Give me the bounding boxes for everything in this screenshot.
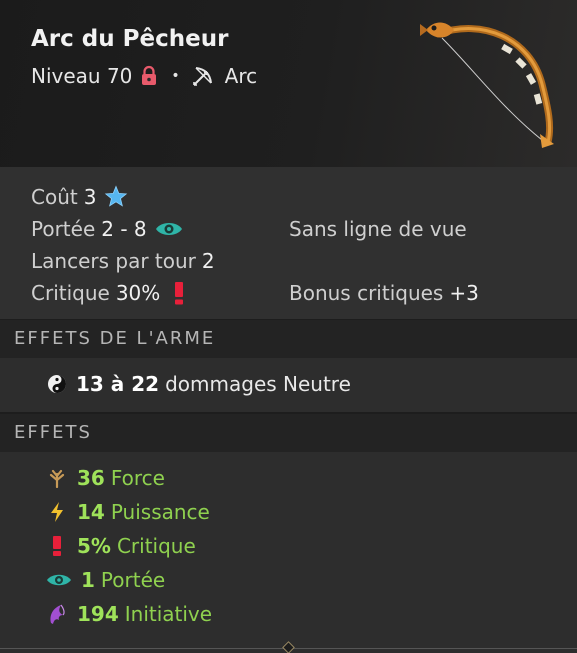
effects-heading: EFFETS (0, 414, 577, 452)
fishing-bow-illustration (420, 22, 554, 148)
item-name: Arc du Pêcheur (31, 26, 229, 52)
effect-row: 5% Critique (46, 534, 196, 558)
item-type: Arc (224, 64, 258, 88)
effect-row: 1 Portée (46, 568, 165, 592)
stat-critical: Critique 30% (31, 281, 186, 305)
line-of-sight: Sans ligne de vue (289, 217, 467, 241)
effect-value: 1 (81, 568, 95, 592)
effect-value: 5% (77, 534, 111, 558)
item-level: Niveau 70 (31, 64, 133, 88)
neutral-element-icon (48, 375, 66, 393)
weapon-damage-line: 13 à 22 dommages Neutre (47, 372, 351, 396)
effect-value: 194 (77, 602, 119, 626)
range-eye-icon (46, 569, 72, 591)
crit-value: 30% (115, 281, 161, 305)
effect-row: 14 Puissance (46, 500, 210, 524)
casts-label: Lancers par tour (31, 249, 196, 273)
damage-text: dommages Neutre (165, 372, 351, 396)
effect-label: Puissance (110, 500, 210, 524)
effect-label: Portée (100, 568, 166, 592)
power-icon (46, 501, 68, 523)
cost-value: 3 (83, 185, 97, 209)
weapon-effects-heading: EFFETS DE L'ARME (0, 320, 577, 358)
effect-value: 36 (77, 466, 105, 490)
stat-casts: Lancers par tour 2 (31, 249, 215, 273)
effect-row: 194 Initiative (46, 602, 212, 626)
initiative-icon (46, 603, 68, 625)
range-value: 2 - 8 (101, 217, 147, 241)
item-header: Arc du Pêcheur Niveau 70 • Arc (0, 0, 577, 167)
casts-value: 2 (201, 249, 215, 273)
effects-panel: 36 Force 14 Puissance 5% Critique 1 Port… (0, 452, 577, 653)
effect-row: 36 Force (46, 466, 165, 490)
crit-bonus-value: +3 (449, 281, 479, 305)
lock-icon (142, 65, 157, 85)
weapon-effects-panel: 13 à 22 dommages Neutre (0, 358, 577, 412)
star-icon (105, 185, 128, 207)
stats-panel: Coût 3 Portée 2 - 8 Sans ligne de vue La… (0, 167, 577, 319)
bow-icon (192, 67, 212, 86)
stat-range: Portée 2 - 8 (31, 217, 183, 241)
effect-label: Critique (116, 534, 196, 558)
stat-cost: Coût 3 (31, 185, 128, 209)
crit-bonus-label: Bonus critiques (289, 281, 444, 305)
item-subline: Niveau 70 • Arc (31, 64, 257, 88)
cost-label: Coût (31, 185, 78, 209)
range-eye-icon (155, 223, 182, 235)
effect-label: Force (110, 466, 165, 490)
effect-value: 14 (77, 500, 105, 524)
stat-crit-bonus: Bonus critiques +3 (289, 281, 479, 305)
crit-label: Critique (31, 281, 110, 305)
damage-range: 13 à 22 (76, 372, 160, 396)
separator-dot: • (171, 68, 180, 84)
range-label: Portée (31, 217, 96, 241)
critical-icon (175, 282, 184, 305)
effect-label: Initiative (124, 602, 213, 626)
strength-icon (46, 467, 68, 489)
critical-icon (46, 535, 68, 557)
